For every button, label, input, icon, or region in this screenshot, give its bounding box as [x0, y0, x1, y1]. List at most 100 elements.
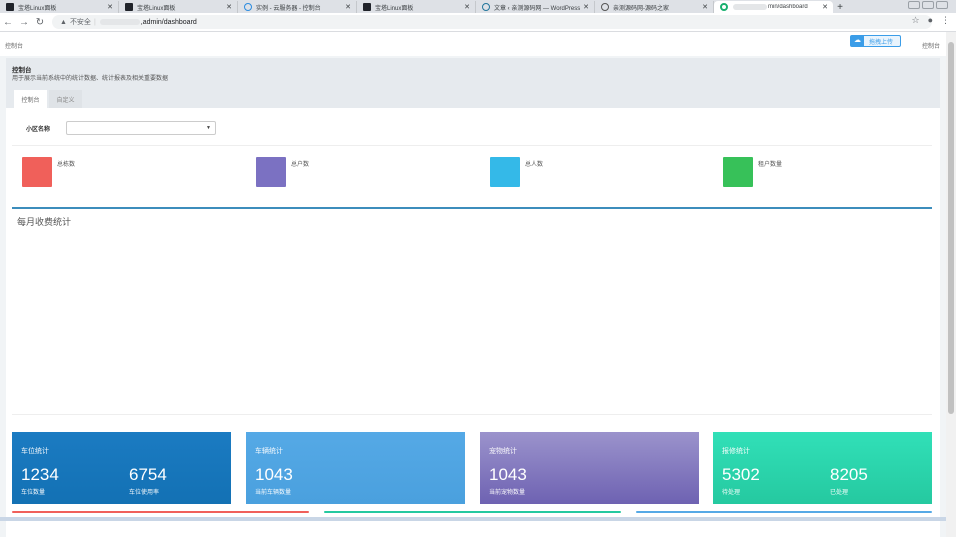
- page-scrollbar[interactable]: [946, 32, 956, 537]
- address-bar-row: ← → ↻ ▲ 不安全 | ,admin/dashboard ☆ ● ⋮: [0, 13, 956, 32]
- close-icon[interactable]: ✕: [224, 3, 234, 11]
- tab-dashboard[interactable]: 控制台: [14, 90, 47, 108]
- tab-label: 亲测源码网-源码之家: [613, 5, 669, 12]
- stat-label: 总人数: [525, 162, 544, 168]
- browser-tab[interactable]: 宝塔Linux面板 ✕: [0, 1, 119, 13]
- security-label: 不安全: [69, 19, 91, 26]
- card-value: 5302: [722, 465, 760, 484]
- profile-icon[interactable]: ●: [928, 15, 933, 26]
- card-value: 1043: [489, 465, 527, 484]
- stat-color-icon: [490, 157, 520, 187]
- card-value-label: 已处理: [830, 490, 849, 496]
- stat-color-icon: [256, 157, 286, 187]
- browser-tab-active[interactable]: min/dashboard ✕: [714, 1, 833, 13]
- stat-label: 总栋数: [57, 162, 76, 168]
- card-value-label: 车位数量: [21, 490, 46, 496]
- address-input[interactable]: ▲ 不安全 | ,admin/dashboard: [52, 15, 932, 29]
- maximize-button[interactable]: [922, 1, 934, 9]
- globe-icon: [601, 3, 609, 11]
- star-icon[interactable]: ☆: [911, 15, 919, 26]
- caret-down-icon: ▼: [206, 125, 211, 131]
- page-tabs: 控制台 自定义: [14, 90, 82, 108]
- summary-cards: 车位统计 1234 车位数量 6754 车位使用率 车辆统计 1043 当前车辆…: [12, 432, 932, 504]
- wordpress-icon: [482, 3, 490, 11]
- breadcrumb[interactable]: 控制台: [5, 41, 23, 50]
- site-icon: [720, 3, 728, 11]
- card-value: 1043: [255, 465, 293, 484]
- close-icon[interactable]: ✕: [105, 3, 115, 11]
- tab-label: 宝塔Linux面板: [137, 5, 176, 12]
- card-value: 1234: [21, 465, 59, 484]
- stat-households: 总户数: [256, 157, 309, 187]
- bt-icon: [363, 3, 371, 11]
- stat-buildings: 总栋数: [22, 157, 75, 187]
- stats-row: 总栋数 总户数 总人数 租户数量: [22, 157, 932, 189]
- tab-label: 文章 ‹ 亲测源码网 — WordPress: [494, 5, 581, 12]
- card-value: 6754: [129, 465, 167, 484]
- separator: |: [93, 18, 96, 26]
- upload-button[interactable]: ☁ 拖拽上传: [850, 35, 901, 47]
- community-select[interactable]: ▼: [66, 121, 216, 135]
- card-title: 车位统计: [21, 448, 49, 455]
- card-title: 车辆统计: [255, 448, 283, 455]
- url-text: ,admin/dashboard: [140, 18, 197, 26]
- stat-tenants: 租户数量: [723, 157, 782, 187]
- vehicle-card: 车辆统计 1043 当前车辆数量: [246, 432, 465, 504]
- section-edge: [636, 511, 932, 513]
- tab-custom[interactable]: 自定义: [49, 90, 82, 108]
- browser-tab[interactable]: 宝塔Linux面板 ✕: [119, 1, 238, 13]
- stat-color-icon: [22, 157, 52, 187]
- browser-tab-bar: 宝塔Linux面板 ✕ 宝塔Linux面板 ✕ 实例 - 云服务器 - 控制台 ✕ 宝…: [0, 0, 956, 13]
- close-icon[interactable]: ✕: [700, 3, 710, 11]
- divider: [12, 145, 932, 146]
- window-controls: [908, 1, 948, 9]
- chart-title: 每月收费统计: [17, 217, 72, 227]
- close-icon[interactable]: ✕: [462, 3, 472, 11]
- divider: [12, 414, 932, 415]
- card-value-label: 当前车辆数量: [255, 490, 292, 496]
- next-section-edges: [12, 511, 932, 515]
- window-close-button[interactable]: [936, 1, 948, 9]
- back-icon[interactable]: ←: [0, 17, 16, 28]
- minimize-button[interactable]: [908, 1, 920, 9]
- upload-icon: ☁: [851, 36, 864, 46]
- forward-icon[interactable]: →: [16, 17, 32, 28]
- card-title: 报修统计: [722, 448, 750, 455]
- tab-label: 宝塔Linux面板: [18, 5, 57, 12]
- stat-people: 总人数: [490, 157, 543, 187]
- card-value-label: 待处理: [722, 490, 741, 496]
- section-edge: [324, 511, 621, 513]
- dashboard-panel: 小区名称 ▼ 总栋数 总户数 总人数 租户数量 每月收费统计 车位统计 1234…: [6, 108, 940, 537]
- bt-icon: [125, 3, 133, 11]
- filter-label: 小区名称: [26, 126, 51, 133]
- parking-card: 车位统计 1234 车位数量 6754 车位使用率: [12, 432, 231, 504]
- close-icon[interactable]: ✕: [343, 3, 353, 11]
- close-icon[interactable]: ✕: [820, 3, 830, 11]
- monthly-fee-chart: 每月收费统计: [12, 207, 932, 414]
- tab-label: 宝塔Linux面板: [375, 5, 414, 12]
- close-icon[interactable]: ✕: [581, 3, 591, 11]
- os-taskbar: [0, 517, 946, 521]
- bt-icon: [6, 3, 14, 11]
- browser-tab[interactable]: 实例 - 云服务器 - 控制台 ✕: [238, 1, 357, 13]
- nav-dashboard-link[interactable]: 控制台: [922, 41, 940, 50]
- browser-tab[interactable]: 宝塔Linux面板 ✕: [357, 1, 476, 13]
- tab-label: 实例 - 云服务器 - 控制台: [256, 5, 321, 12]
- browser-tab[interactable]: 亲测源码网-源码之家 ✕: [595, 1, 714, 13]
- scrollbar-thumb[interactable]: [948, 42, 954, 414]
- card-title: 宠物统计: [489, 448, 517, 455]
- cloud-icon: [244, 3, 252, 11]
- repair-card: 报修统计 5302 待处理 8205 已处理: [713, 432, 932, 504]
- card-value-label: 当前宠物数量: [489, 490, 526, 496]
- page-description: 用于展示当前系统中的统计数据、统计报表及相关重要数据: [12, 76, 169, 82]
- address-bar-actions: ☆ ● ⋮: [911, 15, 950, 26]
- app: 控制台 ☁ 拖拽上传 控制台 控制台 用于展示当前系统中的统计数据、统计报表及相…: [0, 32, 946, 537]
- menu-icon[interactable]: ⋮: [941, 15, 950, 26]
- card-value-label: 车位使用率: [129, 490, 160, 496]
- top-navbar: 控制台 ☁ 拖拽上传 控制台: [0, 32, 946, 56]
- stat-label: 租户数量: [758, 162, 783, 168]
- browser-tab[interactable]: 文章 ‹ 亲测源码网 — WordPress ✕: [476, 1, 595, 13]
- new-tab-button[interactable]: +: [833, 2, 847, 13]
- section-edge: [12, 511, 309, 513]
- reload-icon[interactable]: ↻: [32, 17, 48, 28]
